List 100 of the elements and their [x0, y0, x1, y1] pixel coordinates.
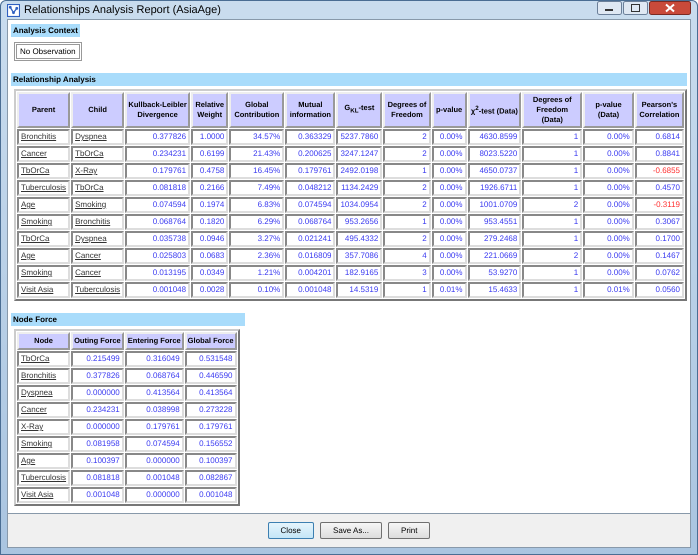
section-title: Node Force	[11, 313, 245, 326]
table-cell: 0.000000	[71, 385, 124, 401]
table-cell: 0.001048	[184, 487, 237, 503]
section-title: Relationship Analysis	[11, 73, 687, 86]
table-cell: 0.100397	[71, 453, 124, 469]
graph-icon	[7, 4, 20, 16]
dialog-button[interactable]: Save As...	[320, 522, 382, 539]
table-cell: 53.9270	[468, 265, 522, 281]
table-cell: 0.377826	[125, 129, 190, 145]
dialog-button[interactable]: Close	[268, 522, 314, 539]
minimize-button[interactable]	[597, 1, 622, 15]
table-cell: 0.00%	[583, 129, 634, 145]
table-cell: 221.0669	[468, 248, 522, 264]
table-cell: 0.00%	[583, 180, 634, 196]
table-cell: 0.000000	[124, 453, 184, 469]
table-cell: 1134.2429	[336, 180, 382, 196]
table-cell: 0.00%	[583, 146, 634, 162]
table-cell: 0.0028	[191, 282, 228, 298]
table-cell: 0.179761	[285, 163, 336, 179]
table-cell: 2	[522, 197, 582, 213]
table-cell: 0.001048	[71, 487, 124, 503]
table-cell: 0.081958	[71, 436, 124, 452]
table-cell: 0.021241	[285, 231, 336, 247]
table-cell: 1	[522, 129, 582, 145]
table-cell: -0.6855	[634, 163, 684, 179]
table-cell: 0.1700	[634, 231, 684, 247]
table-cell: 0.446590	[184, 368, 237, 384]
table-cell: 0.8841	[634, 146, 684, 162]
table-cell: 3247.1247	[336, 146, 382, 162]
table-cell: 0.013195	[125, 265, 190, 281]
table-cell: 1926.6711	[468, 180, 522, 196]
table-cell: 21.43%	[229, 146, 284, 162]
table-cell: 1034.0954	[336, 197, 382, 213]
table-cell: 0.000000	[124, 487, 184, 503]
table-cell: 2	[383, 231, 431, 247]
node-link[interactable]: Age	[21, 200, 36, 209]
table-cell: 0.001048	[125, 282, 190, 298]
table-cell: 0.081818	[71, 470, 124, 486]
table-cell: 0.156552	[184, 436, 237, 452]
table-cell: 0.531548	[184, 351, 237, 367]
table-cell: 0.00%	[432, 197, 466, 213]
table-cell: 0.179761	[184, 419, 237, 435]
maximize-button[interactable]	[623, 1, 648, 15]
table-cell: 0.016809	[285, 248, 336, 264]
table-cell: 4650.0737	[468, 163, 522, 179]
table-cell: 0.200625	[285, 146, 336, 162]
table-cell: 0.074594	[125, 197, 190, 213]
table-cell: 8023.5220	[468, 146, 522, 162]
table-cell: 3.27%	[229, 231, 284, 247]
table-cell: 0.068764	[125, 214, 190, 230]
table-cell: 0.00%	[583, 197, 634, 213]
table-cell: 6.29%	[229, 214, 284, 230]
table-cell: 2	[383, 129, 431, 145]
table-cell: 0.035738	[125, 231, 190, 247]
table-cell: 0.00%	[432, 214, 466, 230]
table-cell: 0.413564	[124, 385, 184, 401]
table-cell: 0.2166	[191, 180, 228, 196]
table-cell: 0.025803	[125, 248, 190, 264]
table-cell: 2.36%	[229, 248, 284, 264]
table-cell: 0.4570	[634, 180, 684, 196]
dialog-button[interactable]: Print	[388, 522, 430, 539]
table-cell: -0.3119	[634, 197, 684, 213]
table-cell: 1	[522, 265, 582, 281]
table-cell: 0.1974	[191, 197, 228, 213]
table-cell: 15.4633	[468, 282, 522, 298]
observation-label: No Observation	[14, 42, 82, 61]
table-cell: 4	[383, 248, 431, 264]
table-cell: 0.00%	[432, 129, 466, 145]
table-cell: 279.2468	[468, 231, 522, 247]
table-cell: 1	[383, 163, 431, 179]
table-cell: 357.7086	[336, 248, 382, 264]
window-title: Relationships Analysis Report (AsiaAge)	[24, 4, 222, 16]
table-cell: 182.9165	[336, 265, 382, 281]
table-cell: 1	[522, 282, 582, 298]
node-link[interactable]: Age	[21, 456, 36, 465]
table-cell: 1	[522, 180, 582, 196]
table-cell: 0.10%	[229, 282, 284, 298]
table-cell: 0.068764	[285, 214, 336, 230]
table-cell: 0.234231	[71, 402, 124, 418]
table-cell: 1	[522, 231, 582, 247]
table-cell: 0.00%	[432, 180, 466, 196]
table-cell: 0.001048	[285, 282, 336, 298]
node-link[interactable]: Age	[21, 251, 36, 260]
table-cell: 0.000000	[71, 419, 124, 435]
table-cell: 0.413564	[184, 385, 237, 401]
table-cell: 1	[522, 163, 582, 179]
table-cell: 0.00%	[432, 265, 466, 281]
table-cell: 14.5319	[336, 282, 382, 298]
table-cell: 4630.8599	[468, 129, 522, 145]
table-cell: 0.001048	[124, 470, 184, 486]
table-cell: 0.00%	[583, 214, 634, 230]
table-cell: 2	[383, 146, 431, 162]
table-cell: 1	[522, 214, 582, 230]
table-cell: 0.4758	[191, 163, 228, 179]
close-button[interactable]	[649, 1, 691, 15]
table-cell: 0.1467	[634, 248, 684, 264]
table-cell: 0.0560	[634, 282, 684, 298]
table-cell: 0.100397	[184, 453, 237, 469]
table-cell: 2492.0198	[336, 163, 382, 179]
table-cell: 0.00%	[583, 248, 634, 264]
